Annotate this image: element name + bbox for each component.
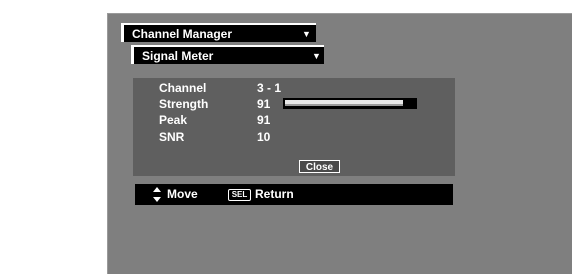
signal-meter-label: Signal Meter: [142, 49, 214, 63]
strength-bar-fill: [285, 100, 403, 106]
dropdown-arrow-icon: ▼: [312, 51, 321, 61]
signal-meter-box: Channel 3 - 1 Strength 91 Peak 91 SNR 10…: [133, 78, 455, 176]
tv-screen: Channel Manager ▼ Signal Meter ▼ Channel…: [0, 0, 572, 274]
meter-row-value: 10: [257, 130, 271, 144]
sel-key-icon: SEL: [228, 189, 251, 201]
dropdown-arrow-icon: ▼: [302, 29, 311, 39]
channel-manager-dropdown[interactable]: Channel Manager ▼: [121, 23, 316, 42]
meter-row-label: SNR: [159, 130, 185, 144]
meter-row-value: 91: [257, 97, 271, 111]
meter-row-label: Peak: [159, 113, 188, 127]
strength-bar: [283, 98, 417, 109]
meter-row-value: 91: [257, 113, 271, 127]
meter-row-label: Channel: [159, 81, 207, 95]
signal-meter-dropdown[interactable]: Signal Meter ▼: [131, 45, 324, 64]
up-down-arrow-icon: [153, 187, 161, 202]
move-label: Move: [167, 187, 198, 201]
close-button[interactable]: Close: [299, 160, 340, 173]
meter-row-label: Strength: [159, 97, 209, 111]
channel-manager-label: Channel Manager: [132, 27, 233, 41]
help-bar: Move SEL Return: [135, 184, 453, 205]
return-label: Return: [255, 187, 294, 201]
meter-row-value: 3 - 1: [257, 81, 282, 95]
